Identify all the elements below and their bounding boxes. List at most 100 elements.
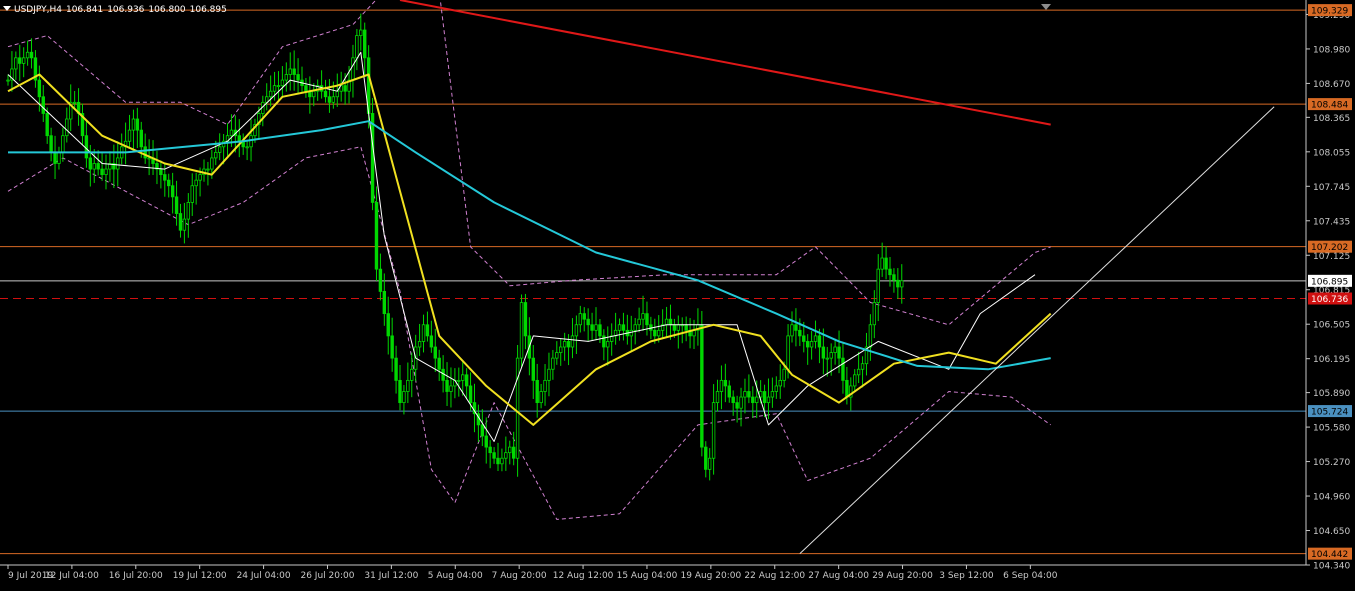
price-tick-label: 104.960: [1313, 493, 1350, 503]
candle-body: [641, 313, 645, 320]
candle-body: [182, 218, 187, 231]
candle-body: [72, 101, 77, 104]
candle-body: [343, 85, 347, 92]
candle-body: [896, 279, 900, 288]
candle-body: [664, 318, 669, 326]
candle-body: [288, 68, 292, 75]
candle-body: [268, 90, 273, 98]
candle-body: [492, 452, 496, 459]
candle-body: [280, 79, 285, 87]
price-tick-label: 108.670: [1313, 80, 1350, 90]
candle-body: [139, 129, 143, 148]
candle-body: [684, 324, 688, 331]
candle-body: [559, 346, 563, 353]
candle-body: [633, 324, 637, 331]
candle-body: [402, 391, 406, 404]
candle-body: [809, 341, 814, 348]
price-label-current: 106.895: [1311, 277, 1348, 287]
candle-body: [833, 346, 837, 353]
candle-body: [511, 446, 516, 459]
candle-body: [57, 151, 61, 164]
candle-body: [551, 357, 555, 370]
candle-body: [868, 324, 873, 348]
candle-body: [668, 318, 673, 326]
candle-body: [743, 391, 747, 398]
time-tick-label: 24 Jul 04:00: [237, 571, 291, 581]
candle-body: [496, 457, 500, 465]
price-tick-label: 104.340: [1313, 562, 1350, 572]
candle-body: [578, 313, 583, 326]
price-tick-label: 107.745: [1313, 183, 1350, 193]
candle-body: [437, 357, 441, 370]
candle-body: [331, 96, 336, 103]
candle-body: [159, 168, 163, 176]
candle-body: [245, 146, 249, 149]
candle-body: [543, 379, 547, 392]
chart-shift-marker-icon[interactable]: [1041, 4, 1051, 10]
candle-body: [508, 446, 512, 454]
time-tick-label: 19 Jul 12:00: [173, 571, 227, 581]
time-tick-label: 12 Jul 04:00: [45, 571, 99, 581]
price-tick-label: 104.650: [1313, 527, 1350, 537]
dropdown-triangle-icon[interactable]: [3, 6, 11, 11]
candle-body: [637, 318, 641, 326]
candle-body: [410, 368, 414, 381]
candle-body: [825, 357, 829, 360]
candle-body: [468, 385, 473, 404]
candle-body: [398, 379, 402, 404]
candle-body: [531, 357, 535, 381]
candle-body: [594, 324, 598, 331]
time-tick-label: 31 Jul 12:00: [364, 571, 418, 581]
candle-body: [880, 257, 884, 270]
candle-body: [18, 57, 22, 64]
price-label-support: 105.724: [1311, 408, 1348, 418]
candle-body: [237, 135, 241, 142]
candle-body: [116, 157, 120, 170]
candle-body: [657, 329, 661, 337]
candle-body: [49, 135, 53, 153]
price-tick-label: 105.890: [1313, 389, 1350, 399]
candle-body: [621, 324, 626, 331]
candle-body: [170, 185, 175, 198]
candle-body: [449, 385, 453, 392]
candle-body: [856, 368, 861, 376]
open-price: 106.841: [65, 5, 104, 15]
candle-body: [731, 396, 735, 404]
candle-body: [41, 96, 45, 114]
candle-body: [147, 157, 151, 160]
candle-body: [65, 118, 69, 137]
candle-body: [707, 457, 712, 470]
chart-root: 109.290108.980108.670108.365108.055107.7…: [0, 0, 1355, 587]
candle-body: [359, 29, 363, 36]
candle-body: [14, 57, 18, 70]
candle-body: [504, 452, 508, 459]
candle-body: [884, 257, 888, 270]
price-tick-label: 105.270: [1313, 458, 1350, 468]
candle-body: [774, 385, 779, 392]
candle-body: [45, 113, 49, 137]
time-tick-label: 6 Sep 04:00: [1003, 571, 1058, 581]
candle-body: [786, 335, 790, 370]
time-axis: 9 Jul 201912 Jul 04:00 16 Jul 20:00 19 Jul…: [0, 564, 1306, 581]
price-label-level: 109.329: [1311, 7, 1348, 17]
candle-body: [845, 379, 849, 398]
candle-body: [676, 324, 681, 331]
candle-body: [272, 85, 277, 92]
price-tick-label: 106.195: [1313, 355, 1350, 365]
envelope-bands: [7, 0, 1051, 520]
candle-body: [770, 391, 775, 398]
price-label-level: 108.484: [1311, 101, 1348, 111]
candle-body: [872, 302, 877, 326]
candle-body: [488, 446, 492, 454]
candle-body: [327, 96, 332, 103]
candle-body: [711, 402, 716, 459]
candle-body: [21, 57, 26, 64]
time-tick-label: 19 Aug 20:00: [681, 571, 742, 581]
price-tick-label: 108.980: [1313, 45, 1350, 55]
candle-body: [276, 85, 281, 88]
candle-body: [206, 168, 210, 171]
candle-body: [523, 302, 528, 337]
candle-body: [292, 68, 296, 75]
candle-body: [394, 357, 398, 381]
low-price: 106.800: [148, 5, 186, 15]
